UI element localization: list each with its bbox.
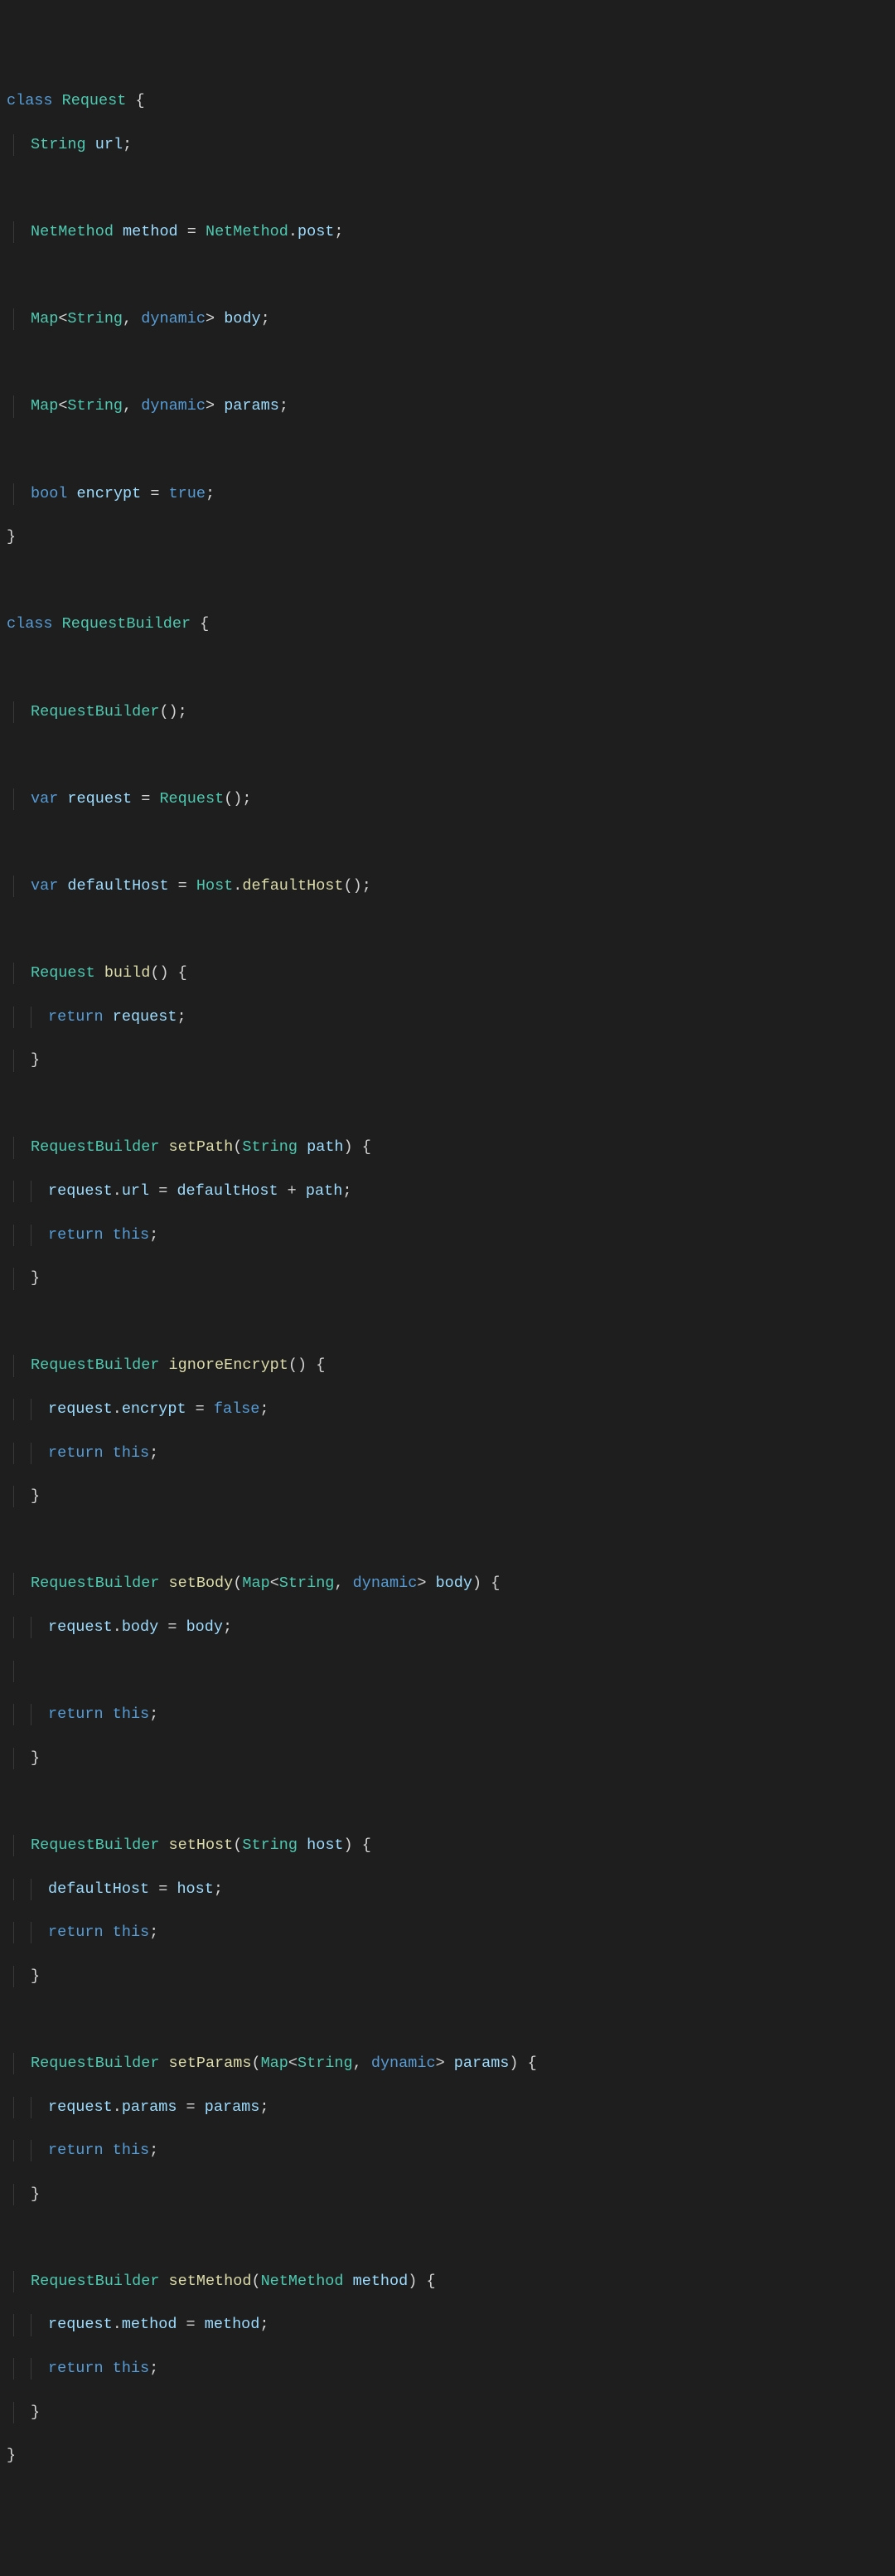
code-line[interactable]: RequestBuilder setParams(Map<String, dyn… xyxy=(3,2053,892,2074)
code-line[interactable] xyxy=(3,657,892,679)
code-line[interactable]: RequestBuilder setMethod(NetMethod metho… xyxy=(3,2271,892,2292)
code-line[interactable]: class RequestBuilder { xyxy=(3,614,892,635)
code-line[interactable]: RequestBuilder setHost(String host) { xyxy=(3,1835,892,1856)
code-line[interactable]: return request; xyxy=(3,1007,892,1028)
code-line[interactable]: } xyxy=(3,2184,892,2205)
code-line[interactable] xyxy=(3,570,892,592)
code-line[interactable]: return this; xyxy=(3,1704,892,1725)
code-line[interactable] xyxy=(3,919,892,940)
code-line[interactable]: Request build() { xyxy=(3,963,892,984)
code-line[interactable]: request.body = body; xyxy=(3,1617,892,1638)
code-line[interactable]: } xyxy=(3,2445,892,2467)
code-line[interactable] xyxy=(3,1530,892,1551)
code-editor[interactable]: class Request { String url; NetMethod me… xyxy=(3,69,892,2489)
code-line[interactable]: request.params = params; xyxy=(3,2097,892,2118)
code-line[interactable]: return this; xyxy=(3,2140,892,2161)
code-line[interactable]: } xyxy=(3,2402,892,2423)
code-line[interactable]: RequestBuilder setBody(Map<String, dynam… xyxy=(3,1573,892,1594)
code-line[interactable]: } xyxy=(3,1966,892,1987)
type: Request xyxy=(62,92,127,109)
code-line[interactable]: request.method = method; xyxy=(3,2314,892,2336)
code-line[interactable] xyxy=(3,1094,892,1115)
code-line[interactable] xyxy=(3,352,892,374)
keyword: class xyxy=(7,92,53,109)
code-line[interactable]: NetMethod method = NetMethod.post; xyxy=(3,221,892,243)
code-line[interactable]: RequestBuilder(); xyxy=(3,701,892,723)
code-line[interactable]: } xyxy=(3,1748,892,1769)
code-line[interactable]: return this; xyxy=(3,2358,892,2380)
code-line[interactable]: var request = Request(); xyxy=(3,788,892,810)
code-line[interactable]: } xyxy=(3,526,892,548)
code-line[interactable]: request.encrypt = false; xyxy=(3,1399,892,1420)
code-line[interactable] xyxy=(3,2009,892,2030)
code-line[interactable] xyxy=(3,832,892,853)
code-line[interactable] xyxy=(3,1791,892,1812)
code-line[interactable]: defaultHost = host; xyxy=(3,1879,892,1900)
code-line[interactable]: String url; xyxy=(3,134,892,156)
code-line[interactable]: var defaultHost = Host.defaultHost(); xyxy=(3,876,892,897)
code-line[interactable]: class Request { xyxy=(3,90,892,112)
field: url xyxy=(95,136,123,153)
code-line[interactable]: return this; xyxy=(3,1922,892,1943)
code-line[interactable] xyxy=(3,177,892,199)
code-line[interactable]: bool encrypt = true; xyxy=(3,483,892,505)
code-line[interactable]: RequestBuilder ignoreEncrypt() { xyxy=(3,1355,892,1376)
code-line[interactable]: request.url = defaultHost + path; xyxy=(3,1181,892,1202)
code-line[interactable] xyxy=(3,1661,892,1682)
code-line[interactable]: } xyxy=(3,1268,892,1289)
code-line[interactable] xyxy=(3,2227,892,2249)
code-line[interactable] xyxy=(3,265,892,287)
method: build xyxy=(104,964,151,982)
code-line[interactable]: Map<String, dynamic> params; xyxy=(3,395,892,417)
code-line[interactable] xyxy=(3,1312,892,1333)
code-line[interactable] xyxy=(3,439,892,461)
code-line[interactable]: } xyxy=(3,1050,892,1071)
code-line[interactable]: Map<String, dynamic> body; xyxy=(3,308,892,330)
code-line[interactable]: return this; xyxy=(3,1225,892,1246)
code-line[interactable] xyxy=(3,745,892,766)
code-line[interactable]: return this; xyxy=(3,1443,892,1464)
code-line[interactable]: } xyxy=(3,1486,892,1507)
code-line[interactable]: RequestBuilder setPath(String path) { xyxy=(3,1137,892,1158)
